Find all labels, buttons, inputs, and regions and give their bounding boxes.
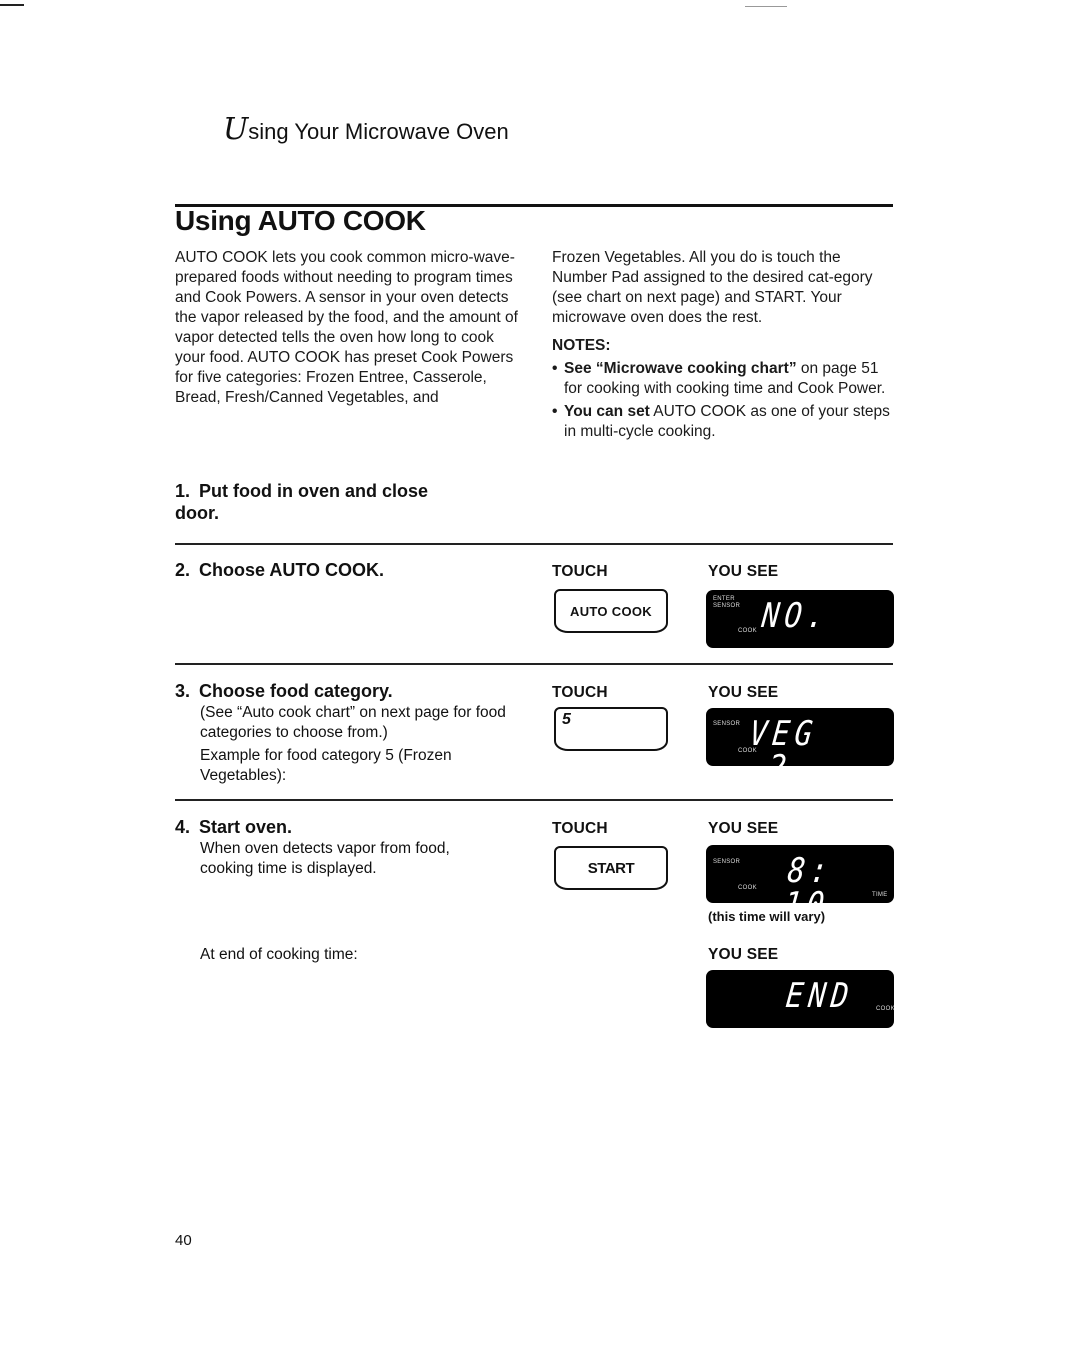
touch-label: TOUCH — [552, 684, 608, 701]
display-indicator-sensor: SENSOR — [713, 721, 741, 727]
notes-heading: NOTES: — [552, 337, 611, 354]
scan-corner-mark — [0, 4, 24, 6]
intro-right-paragraph: Frozen Vegetables. All you do is touch t… — [552, 249, 873, 326]
step-3-heading: 3. Choose food category. — [175, 680, 393, 702]
section-header-text: sing Your Microwave Oven — [248, 119, 509, 144]
display-readout: 8: 10 — [782, 851, 835, 903]
section-header-script-initial: U — [223, 112, 249, 147]
page-title: Using AUTO COOK — [175, 205, 426, 236]
step-3-description: (See “Auto cook chart” on next page for … — [200, 704, 506, 741]
display-readout: VEG -2 — [744, 714, 820, 766]
step-divider — [175, 799, 893, 801]
step-number: 1. — [175, 481, 191, 501]
display-indicator-cook: COOK — [738, 885, 757, 891]
section-header: Using Your Microwave Oven — [223, 112, 509, 147]
step-3-example: Example for food category 5 (Frozen Vege… — [200, 747, 452, 784]
display-indicator-cook: COOK — [738, 628, 757, 634]
step-divider — [175, 663, 893, 665]
step-1-heading: 1. Put food in oven and close door. — [175, 480, 475, 524]
display-indicator-sensor: SENSOR — [713, 859, 741, 865]
scan-artifact-line — [745, 6, 787, 7]
step-number: 4. — [175, 817, 191, 837]
bullet-icon: • — [552, 403, 558, 420]
step-2-heading: 2. Choose AUTO COOK. — [175, 559, 384, 581]
you-see-label: YOU SEE — [708, 563, 779, 580]
auto-cook-key[interactable]: AUTO COOK — [554, 589, 668, 633]
step-title: Choose food category. — [199, 681, 393, 701]
display-indicator-sensor: SENSOR — [713, 603, 741, 609]
display-readout: END — [783, 976, 856, 1016]
display-panel: ENTER SENSOR COOK NO. — [706, 590, 894, 648]
display-indicator-cook: COOK — [876, 1006, 894, 1012]
note-bold: You can set — [564, 403, 650, 420]
touch-label: TOUCH — [552, 820, 608, 837]
step-divider — [175, 543, 893, 545]
display-panel: SENSOR COOK TIME 8: 10 — [706, 845, 894, 903]
display-readout: NO. — [759, 596, 832, 636]
step-4-description: When oven detects vapor from food, cooki… — [200, 840, 450, 877]
page-number: 40 — [175, 1232, 192, 1249]
step-title: Choose AUTO COOK. — [199, 560, 385, 580]
step-title: Start oven. — [199, 817, 293, 837]
display-panel: COOK END — [706, 970, 894, 1028]
bullet-icon: • — [552, 360, 558, 377]
you-see-label: YOU SEE — [708, 684, 779, 701]
note-item: • You can set AUTO COOK as one of your s… — [552, 402, 897, 442]
end-of-cooking-label: At end of cooking time: — [200, 946, 358, 963]
you-see-label: YOU SEE — [708, 946, 779, 963]
you-see-label: YOU SEE — [708, 820, 779, 837]
display-indicator-enter: ENTER — [713, 596, 735, 602]
step-number: 3. — [175, 681, 191, 701]
step-4-heading: 4. Start oven. — [175, 816, 292, 838]
note-bold: See “Microwave cooking chart” — [564, 360, 797, 377]
step-title: Put food in oven and close door. — [175, 481, 429, 523]
step-number: 2. — [175, 560, 191, 580]
display-caption: (this time will vary) — [708, 909, 826, 924]
display-panel: SENSOR COOK VEG -2 — [706, 708, 894, 766]
intro-right-column: Frozen Vegetables. All you do is touch t… — [552, 248, 897, 442]
intro-left-paragraph: AUTO COOK lets you cook common micro-wav… — [175, 249, 518, 406]
touch-label: TOUCH — [552, 563, 608, 580]
number-5-key[interactable]: 5 — [554, 707, 668, 751]
start-key[interactable]: START — [554, 846, 668, 890]
note-item: • See “Microwave cooking chart” on page … — [552, 359, 897, 399]
